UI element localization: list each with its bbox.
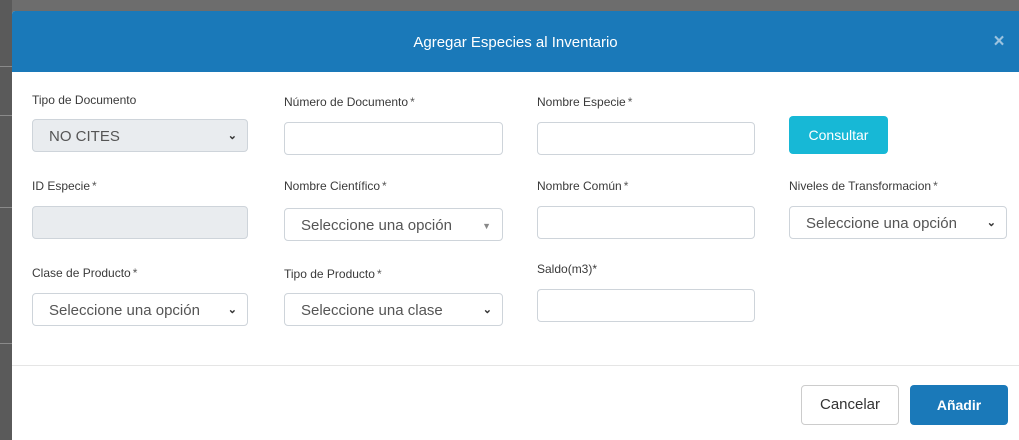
clase-producto-label: Clase de Producto * bbox=[32, 266, 138, 280]
cancel-button[interactable]: Cancelar bbox=[801, 385, 899, 425]
chevron-down-icon: ⌄ bbox=[227, 304, 237, 316]
nombre-comun-label: Nombre Común * bbox=[537, 179, 629, 193]
nombre-especie-input[interactable] bbox=[537, 122, 755, 155]
backdrop-line bbox=[0, 207, 12, 208]
nombre-cientifico-label: Nombre Científico * bbox=[284, 179, 387, 193]
nombre-especie-label: Nombre Especie * bbox=[537, 95, 633, 109]
numero-documento-label: Número de Documento * bbox=[284, 95, 415, 109]
modal-header: Agregar Especies al Inventario × bbox=[12, 11, 1019, 72]
tipo-producto-label: Tipo de Producto * bbox=[284, 267, 382, 281]
modal-title: Agregar Especies al Inventario bbox=[413, 34, 618, 51]
backdrop-line bbox=[0, 343, 12, 344]
tipo-documento-value: NO CITES bbox=[49, 128, 120, 145]
niveles-transformacion-select[interactable]: Seleccione una opción ⌄ bbox=[789, 206, 1007, 239]
tipo-documento-select[interactable]: NO CITES ⌄ bbox=[32, 119, 248, 152]
niveles-transformacion-value: Seleccione una opción bbox=[806, 215, 957, 232]
backdrop-line bbox=[0, 66, 12, 67]
tipo-producto-select[interactable]: Seleccione una clase ⌄ bbox=[284, 293, 503, 326]
nombre-comun-input[interactable] bbox=[537, 206, 755, 239]
caret-down-icon: ▼ bbox=[482, 221, 491, 231]
saldo-label: Saldo(m3)* bbox=[537, 262, 598, 276]
chevron-down-icon: ⌄ bbox=[986, 217, 996, 229]
id-especie-input[interactable] bbox=[32, 206, 248, 239]
clase-producto-select[interactable]: Seleccione una opción ⌄ bbox=[32, 293, 248, 326]
nombre-cientifico-select[interactable]: Seleccione una opción ▼ bbox=[284, 208, 503, 241]
numero-documento-input[interactable] bbox=[284, 122, 503, 155]
id-especie-label: ID Especie * bbox=[32, 179, 97, 193]
consultar-button[interactable]: Consultar bbox=[789, 116, 888, 154]
nombre-cientifico-value: Seleccione una opción bbox=[301, 217, 452, 234]
backdrop-line bbox=[0, 115, 12, 116]
footer-divider bbox=[12, 365, 1019, 366]
add-species-modal: Agregar Especies al Inventario × Tipo de… bbox=[12, 11, 1019, 440]
clase-producto-value: Seleccione una opción bbox=[49, 302, 200, 319]
chevron-down-icon: ⌄ bbox=[482, 304, 492, 316]
page-backdrop bbox=[0, 0, 12, 440]
chevron-down-icon: ⌄ bbox=[227, 130, 237, 142]
tipo-documento-label: Tipo de Documento bbox=[32, 93, 137, 107]
saldo-input[interactable] bbox=[537, 289, 755, 322]
tipo-producto-value: Seleccione una clase bbox=[301, 302, 443, 319]
niveles-transformacion-label: Niveles de Transformacion * bbox=[789, 179, 938, 193]
add-button[interactable]: Añadir bbox=[910, 385, 1008, 425]
close-icon[interactable]: × bbox=[989, 32, 1009, 52]
